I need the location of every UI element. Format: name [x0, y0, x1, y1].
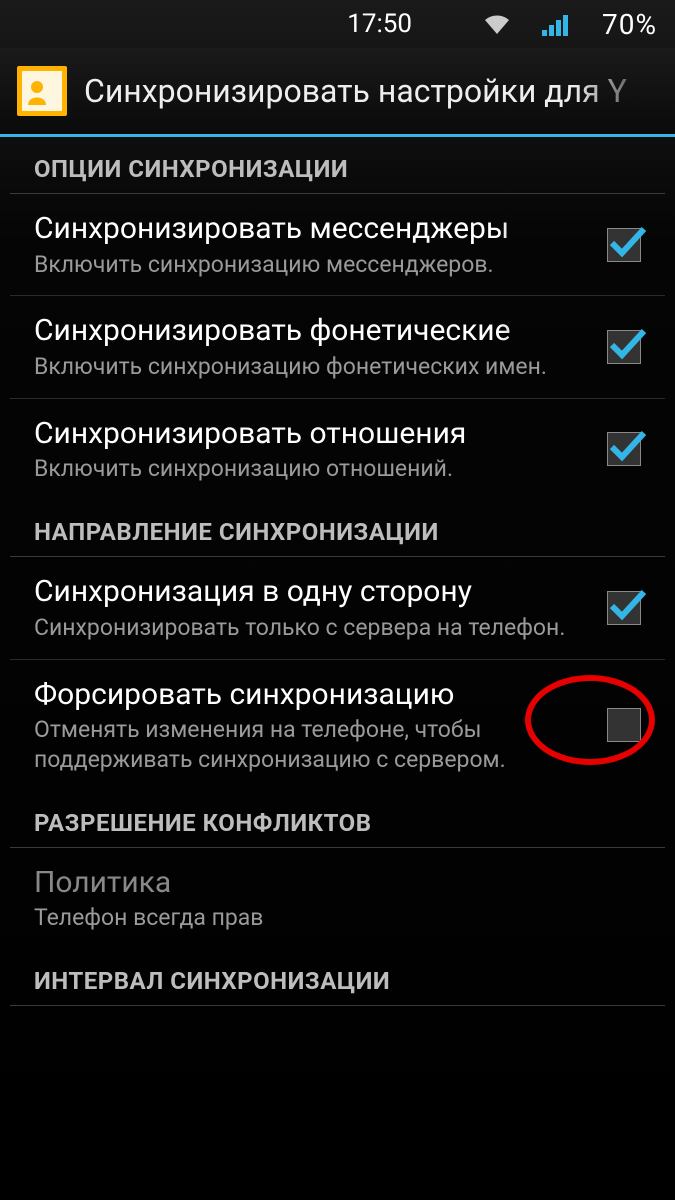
item-subtitle: Телефон всегда прав: [34, 903, 641, 933]
item-sync-phonetic[interactable]: Синхронизировать фонетические Включить с…: [10, 296, 665, 398]
status-time: 17:50: [347, 9, 412, 39]
action-bar: Синхронизировать настройки для Y: [0, 48, 675, 134]
section-sync-direction: НАПРАВЛЕНИЕ СИНХРОНИЗАЦИИ: [10, 500, 665, 557]
item-subtitle: Синхронизировать только с сервера на тел…: [34, 613, 581, 643]
item-subtitle: Включить синхронизацию отношений.: [34, 454, 581, 484]
contacts-app-icon: [14, 63, 70, 119]
item-subtitle: Включить синхронизацию фонетических имен…: [34, 352, 581, 382]
section-sync-interval: ИНТЕРВАЛ СИНХРОНИЗАЦИИ: [10, 949, 665, 1006]
item-title: Синхронизировать отношения: [34, 415, 581, 453]
item-force-sync[interactable]: Форсировать синхронизацию Отменять измен…: [10, 660, 665, 791]
page-title: Синхронизировать настройки для Y: [84, 72, 661, 110]
wifi-icon: [482, 12, 512, 36]
signal-icon: [542, 12, 572, 36]
item-title: Синхронизация в одну сторону: [34, 573, 581, 611]
status-battery: 70%: [602, 8, 657, 41]
item-title: Политика: [34, 864, 641, 902]
item-title: Синхронизировать мессенджеры: [34, 210, 581, 248]
item-sync-relations[interactable]: Синхронизировать отношения Включить синх…: [10, 399, 665, 500]
checkbox-force-sync[interactable]: [607, 708, 641, 742]
checkbox-one-way[interactable]: [607, 591, 641, 625]
item-one-way-sync[interactable]: Синхронизация в одну сторону Синхронизир…: [10, 557, 665, 659]
status-bar: 17:50 70%: [0, 0, 675, 48]
item-title: Синхронизировать фонетические: [34, 312, 581, 350]
item-subtitle: Отменять изменения на телефоне, чтобы по…: [34, 715, 581, 775]
item-subtitle: Включить синхронизацию мессенджеров.: [34, 250, 581, 280]
section-sync-options: ОПЦИИ СИНХРОНИЗАЦИИ: [10, 137, 665, 194]
item-title: Форсировать синхронизацию: [34, 676, 581, 714]
item-sync-messengers[interactable]: Синхронизировать мессенджеры Включить си…: [10, 194, 665, 296]
section-conflict-resolution: РАЗРЕШЕНИЕ КОНФЛИКТОВ: [10, 791, 665, 848]
item-policy[interactable]: Политика Телефон всегда прав: [10, 848, 665, 949]
settings-list[interactable]: ОПЦИИ СИНХРОНИЗАЦИИ Синхронизировать мес…: [0, 137, 675, 1006]
checkbox-phonetic[interactable]: [607, 330, 641, 364]
checkbox-relations[interactable]: [607, 432, 641, 466]
checkbox-messengers[interactable]: [607, 228, 641, 262]
